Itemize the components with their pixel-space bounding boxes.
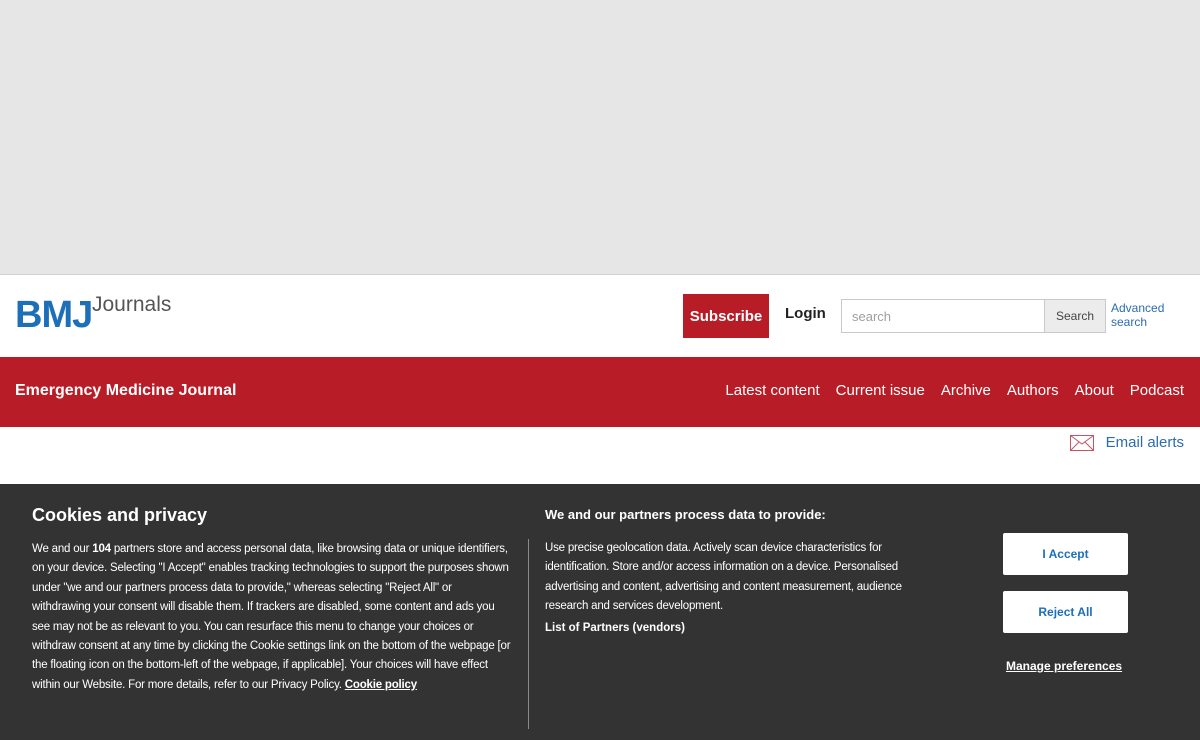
email-alerts-label: Email alerts <box>1105 434 1184 451</box>
nav-authors[interactable]: Authors <box>1007 382 1059 399</box>
nav-archive[interactable]: Archive <box>941 382 991 399</box>
reject-all-button[interactable]: Reject All <box>1003 591 1128 633</box>
nav-current-issue[interactable]: Current issue <box>836 382 925 399</box>
accept-button[interactable]: I Accept <box>1003 533 1128 575</box>
cookie-banner-title: Cookies and privacy <box>32 505 208 525</box>
nav-about[interactable]: About <box>1075 382 1114 399</box>
manage-preferences-link[interactable]: Manage preferences <box>1006 659 1122 673</box>
site-header: BMJ Journals Subscribe Login Search Adva… <box>0 275 1200 357</box>
advanced-search-link[interactable]: Advanced search <box>1111 301 1181 329</box>
login-link[interactable]: Login <box>785 305 826 322</box>
search-input[interactable] <box>841 299 1044 333</box>
cookie-banner-description: We and our 104 partners store and access… <box>32 540 512 695</box>
purposes-title: We and our partners process data to prov… <box>545 507 826 522</box>
list-of-partners-link[interactable]: List of Partners (vendors) <box>545 622 685 634</box>
journal-title[interactable]: Emergency Medicine Journal <box>15 382 236 400</box>
cookie-policy-link[interactable]: Cookie policy <box>345 679 417 691</box>
journal-navbar: Emergency Medicine Journal Latest conten… <box>0 357 1200 427</box>
search-button[interactable]: Search <box>1044 299 1106 333</box>
purposes-description: Use precise geolocation data. Actively s… <box>545 542 902 613</box>
nav-podcast[interactable]: Podcast <box>1130 382 1184 399</box>
email-alerts-link[interactable]: Email alerts <box>1069 434 1184 451</box>
banner-divider <box>528 539 529 729</box>
cookie-consent-banner: Cookies and privacy We and our 104 partn… <box>0 484 1200 740</box>
advertisement-area <box>0 0 1200 275</box>
cookie-text-intro: We and our <box>32 543 93 555</box>
nav-latest-content[interactable]: Latest content <box>725 382 819 399</box>
main-nav: Latest content Current issue Archive Aut… <box>725 382 1184 399</box>
cookie-text-body: partners store and access personal data,… <box>32 543 511 691</box>
logo-brand: BMJ <box>15 294 93 336</box>
subscribe-button[interactable]: Subscribe <box>683 294 769 338</box>
logo-product: Journals <box>92 293 172 316</box>
partner-count: 104 <box>92 543 111 555</box>
envelope-icon <box>1069 434 1094 451</box>
